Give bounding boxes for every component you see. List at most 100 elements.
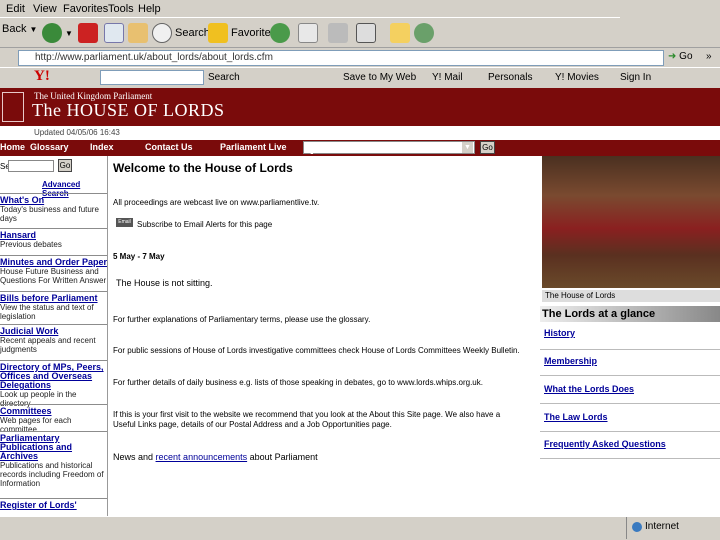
email-alert-icon[interactable]: Email — [116, 218, 133, 227]
yahoo-search-input[interactable] — [100, 70, 204, 85]
sidebar-item-bills[interactable]: Bills before Parliament View the status a… — [0, 291, 107, 323]
menu-view[interactable]: View — [33, 3, 57, 15]
search-label: Search — [175, 27, 210, 39]
favorites-button[interactable]: Favorites — [208, 23, 276, 43]
home-icon — [128, 23, 148, 43]
portcullis-icon — [2, 92, 24, 122]
sidebar-search-go-button[interactable]: Go — [58, 159, 72, 172]
messenger-icon — [414, 23, 434, 43]
site-navigation: Home Glossary Index Contact Us Parliamen… — [0, 140, 720, 156]
chevron-down-icon: ▼ — [462, 142, 473, 153]
print-button[interactable] — [328, 23, 348, 43]
yahoo-save-button[interactable]: Save to My Web — [343, 72, 416, 83]
nav-parliament-live[interactable]: Parliament Live — [220, 142, 287, 152]
forward-button[interactable]: ▼ — [42, 23, 73, 43]
back-label: Back — [2, 23, 27, 35]
right-column: The House of Lords The Lords at a glance… — [540, 156, 720, 516]
edit-icon — [356, 23, 376, 43]
sidebar-item-desc: Publications and historical records incl… — [0, 461, 104, 488]
sidebar-item-title: Register of Lords' — [0, 500, 77, 510]
sidebar-item-desc: View the status and text of legislation — [0, 303, 94, 321]
sidebar-item-judicial[interactable]: Judicial Work Recent appeals and recent j… — [0, 324, 107, 359]
glance-link-what-lords-does[interactable]: What the Lords Does — [540, 384, 720, 404]
sidebar-item-register[interactable]: Register of Lords' — [0, 498, 107, 516]
stop-icon — [78, 23, 98, 43]
go-button[interactable]: ➜ Go — [668, 51, 693, 62]
security-zone: Internet — [645, 521, 679, 532]
menu-tools[interactable]: Tools — [108, 3, 134, 15]
menu-help[interactable]: Help — [138, 3, 161, 15]
yahoo-toolbar: Y! Search Save to My Web Y! Mail Persona… — [0, 67, 720, 87]
sidebar-item-desc: Recent appeals and recent judgments — [0, 336, 96, 354]
yahoo-signin-button[interactable]: Sign In — [620, 72, 651, 83]
stop-button[interactable] — [78, 23, 98, 43]
sidebar-item-title: Hansard — [0, 230, 37, 240]
yahoo-personals-button[interactable]: Personals — [488, 72, 532, 83]
committees-text: For public sessions of House of Lords in… — [113, 346, 520, 355]
refresh-button[interactable] — [104, 23, 124, 43]
address-input[interactable]: http://www.parliament.uk/about_lords/abo… — [18, 50, 664, 66]
sidebar-item-hansard[interactable]: Hansard Previous debates — [0, 228, 107, 254]
search-button[interactable]: Search — [152, 23, 210, 43]
email-alert-text[interactable]: Subscribe to Email Alerts for this page — [137, 220, 547, 229]
print-icon — [328, 23, 348, 43]
sidebar-item-whats-on[interactable]: What's On Today's business and future day… — [0, 193, 107, 226]
sidebar-item-publications[interactable]: Parliamentary Publications and Archives P… — [0, 431, 107, 495]
links-chevron[interactable]: » — [706, 51, 712, 62]
sidebar: Search Go Advanced Search What's OnToday… — [0, 156, 108, 516]
sidebar-search-input[interactable] — [8, 160, 54, 172]
announcements-link[interactable]: recent announcements — [156, 452, 248, 462]
yahoo-logo: Y! — [34, 68, 50, 84]
sidebar-item-minutes[interactable]: Minutes and Order Paper House Future Busi… — [0, 255, 108, 290]
star-icon — [208, 23, 228, 43]
page-title: Welcome to the House of Lords — [113, 161, 293, 175]
sidebar-item-title: Minutes and Order Paper — [0, 257, 108, 267]
search-icon — [152, 23, 172, 43]
glance-link-faq[interactable]: Frequently Asked Questions — [540, 439, 720, 459]
menu-bar: Edit View Favorites Tools Help — [0, 0, 720, 18]
edit-button[interactable] — [356, 23, 376, 43]
date-range: 5 May - 7 May — [113, 252, 165, 261]
yahoo-search-button[interactable]: Search — [208, 72, 240, 83]
sidebar-item-directory[interactable]: Directory of MPs, Peers, Offices and Ove… — [0, 360, 107, 408]
nav-contact[interactable]: Contact Us — [145, 142, 193, 152]
photo-caption: The House of Lords — [542, 290, 720, 302]
menu-favorites[interactable]: Favorites — [63, 3, 108, 15]
dropdown-arrow-icon: ▼ — [65, 28, 73, 38]
folder-button[interactable] — [390, 23, 410, 43]
forward-arrow-icon — [42, 23, 62, 43]
quick-links-go-button[interactable]: Go — [480, 141, 495, 154]
news-prefix: News and — [113, 452, 154, 462]
main-content: Welcome to the House of Lords All procee… — [113, 156, 533, 516]
yahoo-movies-button[interactable]: Y! Movies — [555, 72, 599, 83]
windows-logo-area — [620, 0, 720, 18]
glance-link-history[interactable]: History — [540, 328, 720, 350]
nav-index[interactable]: Index — [90, 142, 114, 152]
glance-link-law-lords[interactable]: The Law Lords — [540, 412, 720, 432]
nav-glossary[interactable]: Glossary — [30, 142, 69, 152]
sidebar-item-title: What's On — [0, 195, 45, 205]
home-button[interactable] — [128, 23, 148, 43]
news-line: News and recent announcements about Parl… — [113, 452, 318, 462]
sidebar-item-desc: House Future Business and Questions For … — [0, 267, 107, 285]
nav-home[interactable]: Home — [0, 142, 25, 152]
history-icon — [270, 23, 290, 43]
messenger-button[interactable] — [414, 23, 434, 43]
webcast-text: All proceedings are webcast live on www.… — [113, 198, 320, 207]
history-button[interactable] — [270, 23, 290, 43]
sidebar-item-title: Judicial Work — [0, 326, 59, 336]
first-visit-text: If this is your first visit to the websi… — [113, 410, 501, 429]
glance-link-membership[interactable]: Membership — [540, 356, 720, 376]
updated-line: Updated 04/05/06 16:43 — [0, 126, 720, 140]
menu-edit[interactable]: Edit — [6, 3, 25, 15]
sidebar-item-committees[interactable]: Committees Web pages for each committee — [0, 404, 107, 434]
sidebar-item-title: Committees — [0, 406, 52, 416]
mail-button[interactable] — [298, 23, 318, 43]
refresh-icon — [104, 23, 124, 43]
go-label: Go — [679, 51, 693, 62]
yahoo-mail-button[interactable]: Y! Mail — [432, 72, 463, 83]
back-button[interactable]: Back ▼ — [2, 23, 37, 35]
quick-links-select[interactable]: Quick Links ▼ — [303, 141, 475, 154]
house-status: The House is not sitting. — [116, 278, 213, 288]
status-bar: Internet — [0, 516, 720, 540]
